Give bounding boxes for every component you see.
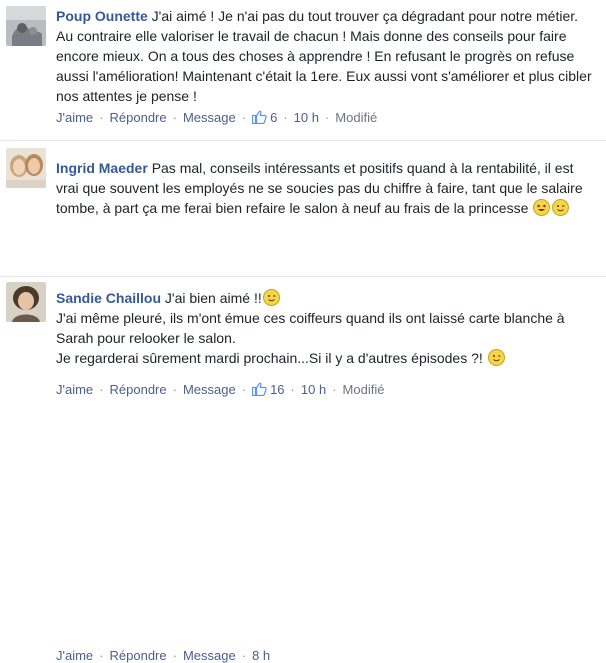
comment-body: Poup Ounette J'ai aimé ! Je n'ai pas du …	[56, 6, 596, 106]
edited-label[interactable]: Modifié	[335, 110, 377, 125]
message-link[interactable]: Message	[183, 648, 236, 663]
timestamp[interactable]: 10 h	[301, 382, 326, 397]
comments-list: Poup Ounette J'ai aimé ! Je n'ai pas du …	[0, 0, 606, 663]
reply-link[interactable]: Répondre	[110, 382, 167, 397]
separator: ·	[99, 382, 104, 397]
winking-emoji-icon	[262, 289, 280, 306]
comment-author[interactable]: Ingrid Maeder	[56, 160, 148, 176]
separator: ·	[99, 110, 104, 125]
reply-link[interactable]: Répondre	[110, 110, 167, 125]
comment-actions: J'aime · Répondre · Message · 8 h	[56, 648, 270, 663]
thumbs-up-icon	[252, 382, 267, 396]
edited-label[interactable]: Modifié	[343, 382, 385, 397]
laughing-emoji-icon	[533, 199, 551, 216]
comment-author[interactable]: Sandie Chaillou	[56, 290, 161, 306]
separator: ·	[172, 110, 177, 125]
divider	[0, 140, 606, 141]
separator: ·	[241, 648, 247, 663]
like-count: 6	[270, 110, 278, 125]
winking-emoji-icon	[487, 349, 505, 366]
like-count: 16	[270, 382, 285, 397]
separator: ·	[241, 110, 247, 125]
comment-text: J'ai bien aimé !!	[164, 290, 262, 306]
avatar[interactable]	[6, 6, 46, 46]
like-link[interactable]: J'aime	[56, 110, 93, 125]
thumbs-up-icon	[252, 110, 267, 124]
comment-paragraph: J'ai même pleuré, ils m'ont émue ces coi…	[56, 310, 565, 346]
comment-actions: J'aime · Répondre · Message · 6 · 10 h ·…	[56, 110, 377, 125]
comment-body: Sandie Chaillou J'ai bien aimé !! J'ai m…	[56, 288, 596, 368]
message-link[interactable]: Message	[183, 382, 236, 397]
avatar[interactable]	[6, 148, 46, 188]
separator: ·	[172, 648, 177, 663]
message-link[interactable]: Message	[183, 110, 236, 125]
comment-body: Ingrid Maeder Pas mal, conseils intéress…	[56, 158, 596, 218]
comment-actions: J'aime · Répondre · Message · 16 · 10 h …	[56, 382, 384, 397]
separator: ·	[99, 648, 104, 663]
separator: ·	[283, 110, 288, 125]
like-link[interactable]: J'aime	[56, 382, 93, 397]
separator: ·	[241, 382, 247, 397]
like-link[interactable]: J'aime	[56, 648, 93, 663]
separator: ·	[324, 110, 330, 125]
comment-first-line: Sandie Chaillou J'ai bien aimé !!	[56, 288, 596, 308]
timestamp[interactable]: 10 h	[294, 110, 319, 125]
avatar[interactable]	[6, 282, 46, 322]
like-count-button[interactable]: 16	[252, 382, 285, 397]
separator: ·	[332, 382, 337, 397]
timestamp[interactable]: 8 h	[252, 648, 270, 663]
comment-paragraph: Je regarderai sûrement mardi prochain...…	[56, 348, 596, 368]
divider	[0, 276, 606, 277]
winking-emoji-icon	[552, 199, 570, 216]
reply-link[interactable]: Répondre	[110, 648, 167, 663]
comment-text: Je regarderai sûrement mardi prochain...…	[56, 350, 483, 366]
separator: ·	[172, 382, 177, 397]
like-count-button[interactable]: 6	[252, 110, 277, 125]
comment-author[interactable]: Poup Ounette	[56, 8, 148, 24]
separator: ·	[290, 382, 295, 397]
